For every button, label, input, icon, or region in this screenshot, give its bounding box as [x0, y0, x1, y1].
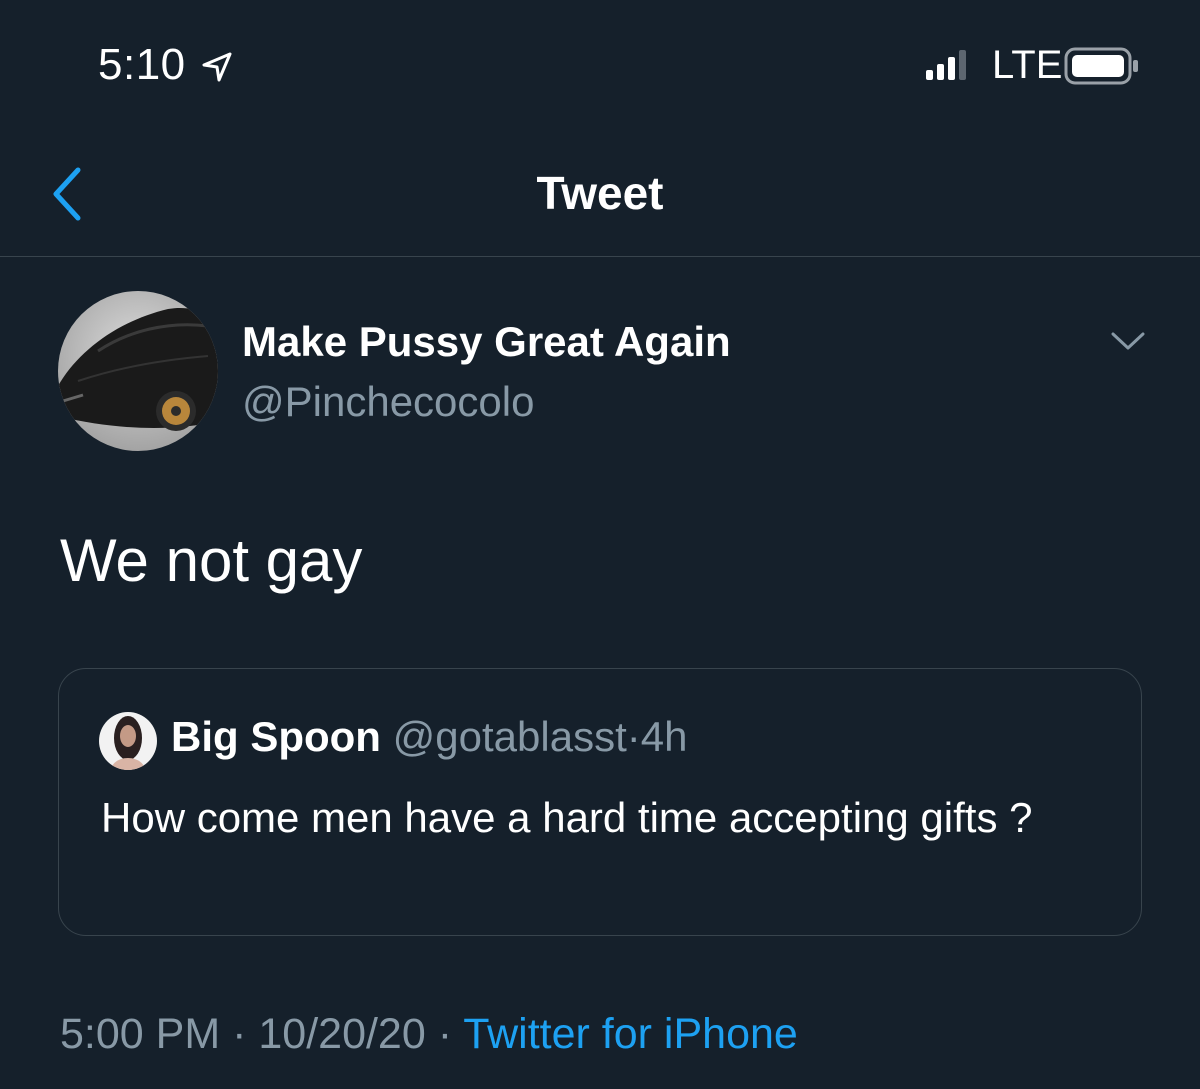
chevron-down-icon[interactable]: [1110, 326, 1146, 356]
quoted-tweet-text: How come men have a hard time accepting …: [101, 794, 1033, 841]
quoted-avatar-image: [99, 712, 157, 770]
user-handle[interactable]: @Pinchecocolo: [242, 378, 534, 426]
timestamp-time: 5:00 PM: [60, 1010, 221, 1058]
meta-separator: ·: [232, 1010, 247, 1058]
avatar-car-image: [58, 291, 218, 451]
status-time: 5:10: [98, 40, 186, 89]
tweet-source-link[interactable]: Twitter for iPhone: [463, 1010, 798, 1058]
quoted-handle[interactable]: @gotablasst: [393, 713, 627, 760]
quoted-tweet[interactable]: Big Spoon @gotablasst·4h How come men ha…: [58, 668, 1142, 936]
quoted-separator: ·: [626, 713, 641, 760]
quoted-age: 4h: [640, 713, 688, 760]
signal-bars-icon: [926, 50, 966, 80]
timestamp-date: 10/20/20: [258, 1010, 426, 1058]
location-arrow-icon: [202, 52, 232, 82]
quoted-header: Big Spoon @gotablasst·4h: [171, 713, 687, 761]
meta-separator: ·: [437, 1010, 453, 1058]
nav-bar: Tweet: [0, 130, 1200, 257]
avatar[interactable]: [58, 291, 218, 451]
tweet-text: We not gay: [60, 527, 363, 594]
display-name[interactable]: Make Pussy Great Again: [242, 318, 731, 366]
battery-icon: [1064, 47, 1138, 85]
status-bar: 5:10 LTE: [0, 0, 1200, 130]
page-title: Tweet: [536, 167, 664, 219]
quoted-avatar: [99, 712, 157, 770]
network-type: LTE: [992, 43, 1063, 87]
tweet-meta: 5:00 PM · 10/20/20 · Twitter for iPhone: [60, 1010, 798, 1059]
quoted-display-name[interactable]: Big Spoon: [171, 713, 381, 760]
